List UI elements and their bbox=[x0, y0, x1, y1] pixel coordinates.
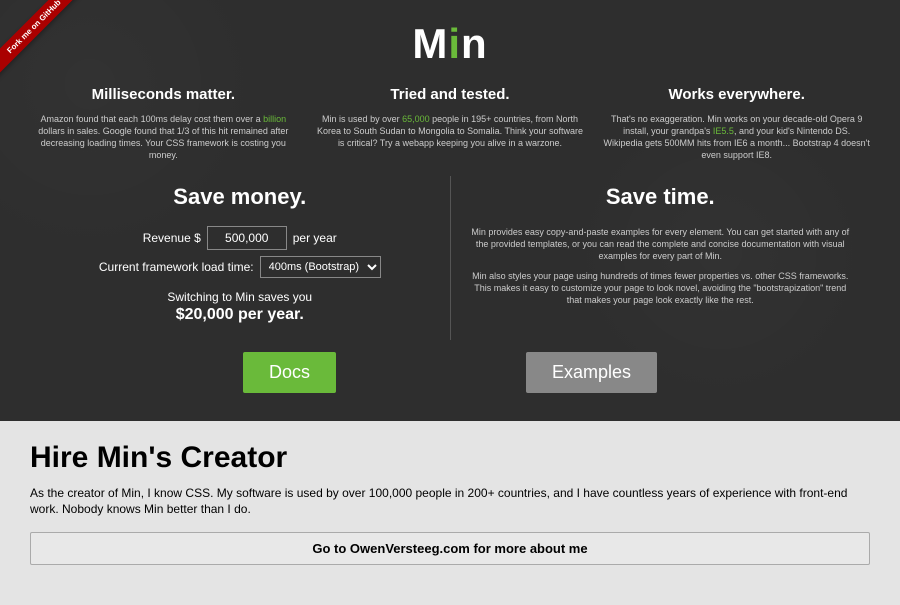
feature-milliseconds: Milliseconds matter. Amazon found that e… bbox=[30, 86, 297, 162]
examples-button[interactable]: Examples bbox=[526, 352, 657, 393]
logo: Min bbox=[30, 20, 870, 68]
logo-dot-icon: i bbox=[448, 20, 461, 67]
savings-line: Switching to Min saves you bbox=[50, 290, 430, 304]
feature-heading: Works everywhere. bbox=[603, 86, 870, 103]
feature-text: Amazon found that each 100ms delay cost … bbox=[30, 113, 297, 162]
feature-works-everywhere: Works everywhere. That's no exaggeration… bbox=[603, 86, 870, 162]
framework-label: Current framework load time: bbox=[99, 260, 254, 274]
hire-section: Hire Min's Creator As the creator of Min… bbox=[0, 421, 900, 605]
logo-suffix: n bbox=[461, 20, 488, 67]
hero-section: Fork me on GitHub Min Milliseconds matte… bbox=[0, 0, 900, 421]
framework-select[interactable]: 400ms (Bootstrap) bbox=[260, 256, 381, 278]
revenue-input[interactable] bbox=[207, 226, 287, 250]
hire-body: As the creator of Min, I know CSS. My so… bbox=[30, 485, 870, 519]
hire-heading: Hire Min's Creator bbox=[30, 441, 870, 475]
save-time-panel: Save time. Min provides easy copy-and-pa… bbox=[451, 176, 871, 340]
feature-heading: Milliseconds matter. bbox=[30, 86, 297, 103]
framework-row: Current framework load time: 400ms (Boot… bbox=[50, 256, 430, 278]
savings-amount: $20,000 per year. bbox=[50, 306, 430, 324]
save-time-p2: Min also styles your page using hundreds… bbox=[471, 270, 851, 306]
features-row: Milliseconds matter. Amazon found that e… bbox=[30, 86, 870, 162]
highlight: billion bbox=[263, 114, 286, 124]
save-row: Save money. Revenue $ per year Current f… bbox=[30, 176, 870, 340]
save-money-panel: Save money. Revenue $ per year Current f… bbox=[30, 176, 451, 340]
save-time-heading: Save time. bbox=[471, 184, 851, 210]
logo-prefix: M bbox=[412, 20, 448, 67]
highlight: IE5.5 bbox=[713, 126, 734, 136]
feature-heading: Tried and tested. bbox=[317, 86, 584, 103]
cta-row: Docs Examples bbox=[30, 352, 870, 393]
docs-button[interactable]: Docs bbox=[243, 352, 336, 393]
revenue-row: Revenue $ per year bbox=[50, 226, 430, 250]
revenue-label: Revenue $ bbox=[143, 231, 201, 245]
highlight: 65,000 bbox=[402, 114, 430, 124]
feature-tried-tested: Tried and tested. Min is used by over 65… bbox=[317, 86, 584, 162]
feature-text: Min is used by over 65,000 people in 195… bbox=[317, 113, 584, 149]
hire-cta-button[interactable]: Go to OwenVersteeg.com for more about me bbox=[30, 532, 870, 565]
save-time-p1: Min provides easy copy-and-paste example… bbox=[471, 226, 851, 262]
feature-text: That's no exaggeration. Min works on you… bbox=[603, 113, 870, 162]
revenue-suffix: per year bbox=[293, 231, 337, 245]
save-money-heading: Save money. bbox=[50, 184, 430, 210]
